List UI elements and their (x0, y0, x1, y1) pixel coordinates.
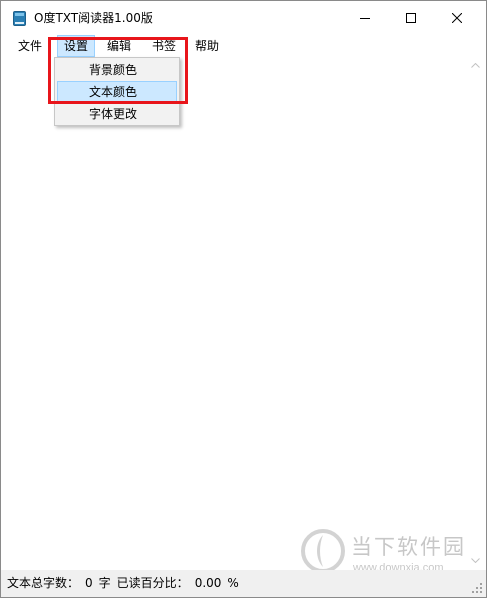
chevron-up-icon (470, 63, 480, 68)
scroll-up-button[interactable] (465, 57, 485, 74)
title-bar[interactable]: O度TXT阅读器1.00版 (1, 1, 486, 35)
maximize-icon (406, 13, 416, 23)
menu-item-change-font[interactable]: 字体更改 (57, 103, 177, 125)
menu-bar: 文件 设置 编辑 书签 帮助 (1, 35, 486, 57)
resize-grip-icon[interactable] (471, 582, 483, 594)
menu-file[interactable]: 文件 (10, 35, 50, 57)
status-text: 文本总字数： 0 字已读百分比： 0.00% (7, 575, 245, 591)
menu-settings[interactable]: 设置 (57, 35, 95, 57)
text-content-area[interactable] (3, 57, 465, 569)
vertical-scrollbar[interactable] (465, 57, 485, 569)
read-percent-label: 已读百分比： (116, 576, 189, 590)
status-bar: 文本总字数： 0 字已读百分比： 0.00% (1, 570, 486, 597)
maximize-button[interactable] (388, 1, 434, 35)
menu-item-text-color[interactable]: 文本颜色 (57, 81, 177, 103)
close-icon (452, 13, 462, 23)
total-words-unit: 字 (98, 576, 111, 590)
total-words-label: 文本总字数： (7, 576, 80, 590)
minimize-button[interactable] (342, 1, 388, 35)
settings-dropdown-menu: 背景颜色 文本颜色 字体更改 (54, 57, 180, 126)
chevron-down-icon (470, 558, 480, 563)
menu-item-background-color[interactable]: 背景颜色 (57, 59, 177, 81)
close-button[interactable] (434, 1, 480, 35)
minimize-icon (360, 18, 370, 19)
read-percent-unit: % (227, 576, 239, 590)
book-icon (13, 11, 26, 26)
watermark-brand: 当下软件园 (351, 535, 466, 559)
watermark-logo-icon (301, 529, 345, 573)
menu-bookmarks[interactable]: 书签 (144, 35, 184, 57)
read-percent-value: 0.00 (194, 576, 222, 590)
app-window: O度TXT阅读器1.00版 文件 设置 编辑 书签 帮助 背景颜色 文本颜色 字… (0, 0, 487, 598)
total-words-value: 0 (85, 576, 93, 590)
menu-help[interactable]: 帮助 (187, 35, 227, 57)
window-title: O度TXT阅读器1.00版 (34, 11, 153, 25)
menu-edit[interactable]: 编辑 (99, 35, 139, 57)
